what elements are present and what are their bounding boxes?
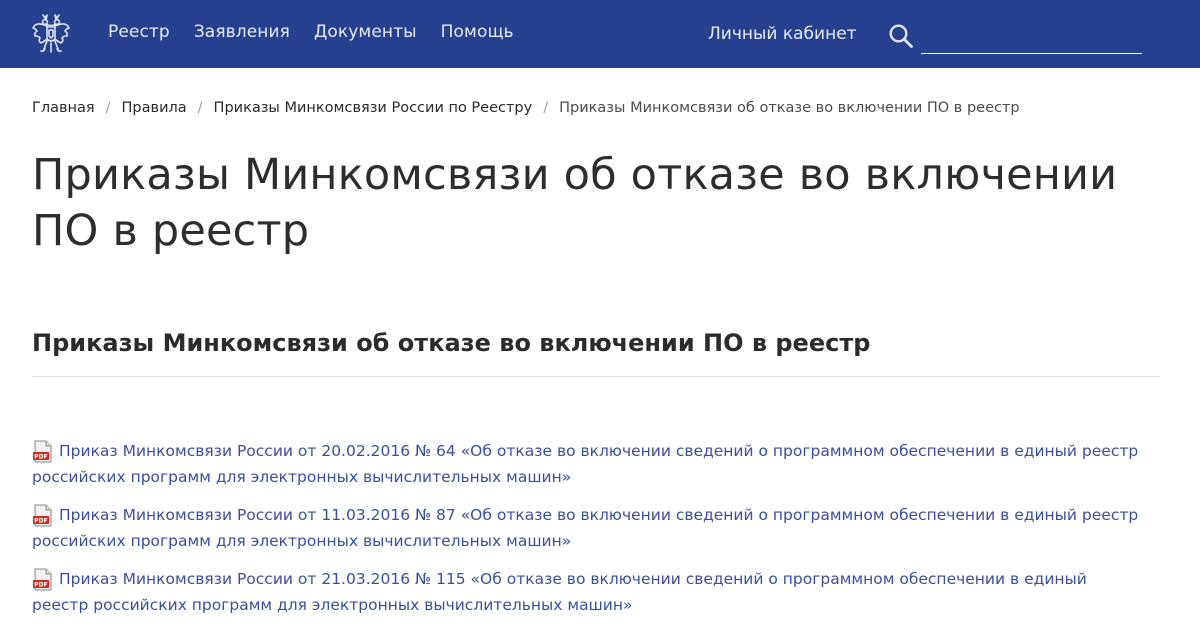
search-icon[interactable] bbox=[888, 23, 914, 49]
search-input[interactable] bbox=[921, 22, 1142, 54]
pdf-file-icon: PDF bbox=[32, 440, 54, 463]
document-link[interactable]: Приказ Минкомсвязи России от 20.02.2016 … bbox=[32, 438, 1142, 490]
svg-text:PDF: PDF bbox=[34, 582, 47, 589]
breadcrumb-current: Приказы Минкомсвязи об отказе во включен… bbox=[559, 100, 1020, 116]
main-nav: Реестр Заявления Документы Помощь bbox=[108, 22, 514, 42]
document-link[interactable]: Приказ Минкомсвязи России от 11.03.2016 … bbox=[32, 502, 1142, 554]
breadcrumb-orders[interactable]: Приказы Минкомсвязи России по Реестру bbox=[214, 99, 533, 117]
document-list: PDF Приказ Минкомсвязи России от 20.02.2… bbox=[32, 438, 1142, 628]
breadcrumb-rules[interactable]: Правила bbox=[122, 99, 187, 117]
svg-text:PDF: PDF bbox=[34, 454, 47, 461]
list-item: PDF Приказ Минкомсвязи России от 21.03.2… bbox=[32, 566, 1142, 628]
section-title: Приказы Минкомсвязи об отказе во включен… bbox=[32, 329, 871, 357]
pdf-file-icon: PDF bbox=[32, 568, 54, 591]
emblem-icon[interactable] bbox=[30, 11, 72, 55]
breadcrumb-separator: / bbox=[105, 100, 111, 116]
list-item: PDF Приказ Минкомсвязи России от 20.02.2… bbox=[32, 438, 1142, 502]
list-item: PDF Приказ Минкомсвязи России от 11.03.2… bbox=[32, 502, 1142, 566]
top-navigation-bar: Реестр Заявления Документы Помощь Личный… bbox=[0, 0, 1200, 68]
nav-item-documents[interactable]: Документы bbox=[314, 22, 417, 42]
breadcrumb: Главная / Правила / Приказы Минкомсвязи … bbox=[32, 99, 1020, 117]
svg-text:PDF: PDF bbox=[34, 518, 47, 525]
section-divider bbox=[32, 376, 1160, 377]
nav-item-registry[interactable]: Реестр bbox=[108, 22, 170, 42]
breadcrumb-separator: / bbox=[197, 100, 203, 116]
document-link[interactable]: Приказ Минкомсвязи России от 21.03.2016 … bbox=[32, 566, 1142, 618]
nav-item-applications[interactable]: Заявления bbox=[194, 22, 290, 42]
breadcrumb-separator: / bbox=[543, 100, 549, 116]
breadcrumb-home[interactable]: Главная bbox=[32, 99, 95, 117]
nav-item-help[interactable]: Помощь bbox=[441, 22, 514, 42]
page-title: Приказы Минкомсвязи об отказе во включен… bbox=[32, 150, 1118, 256]
personal-account-link[interactable]: Личный кабинет bbox=[708, 24, 857, 44]
pdf-file-icon: PDF bbox=[32, 504, 54, 527]
